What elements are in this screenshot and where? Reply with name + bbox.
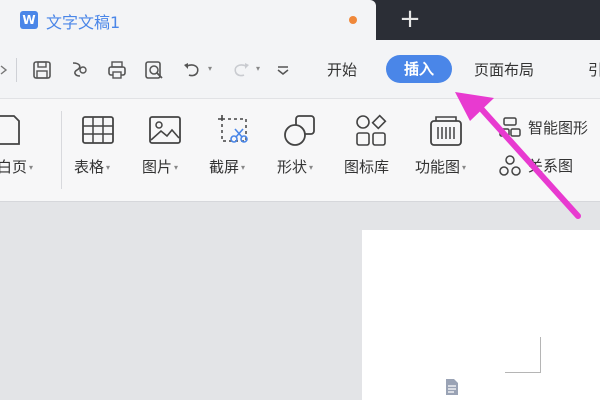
blank-page-button[interactable]: 白页 ▾ <box>0 99 60 203</box>
document-workspace[interactable] <box>0 203 600 400</box>
export-icon[interactable] <box>68 59 90 81</box>
function-chart-button[interactable]: 功能图 ▾ <box>414 99 488 203</box>
margin-corner-mark-horizontal <box>505 372 541 373</box>
undo-dropdown-icon[interactable]: ▾ <box>208 64 216 73</box>
redo-icon[interactable] <box>230 59 252 81</box>
customize-icon[interactable] <box>272 59 294 81</box>
shapes-label: 形状 ▾ <box>277 158 314 176</box>
ribbon-divider <box>61 111 62 189</box>
function-chart-icon <box>428 113 464 149</box>
screenshot-caret-icon: ▾ <box>241 162 246 172</box>
tab-page-layout[interactable]: 页面布局 <box>474 56 534 84</box>
menu-bar: ▾ ▾ 开始 插入 页面布局 引 <box>0 40 600 98</box>
picture-label: 图片 ▾ <box>142 158 179 176</box>
blank-page-icon <box>0 113 22 147</box>
document-title: 文字文稿1 <box>46 13 121 32</box>
smart-graphic-icon <box>498 116 522 144</box>
screenshot-icon <box>216 113 250 147</box>
table-button[interactable]: 表格 ▾ <box>70 99 128 203</box>
title-bar: W 文字文稿1 + <box>0 0 600 40</box>
picture-caret-icon: ▾ <box>174 162 179 172</box>
redo-dropdown-icon[interactable]: ▾ <box>256 64 264 73</box>
blank-page-caret-icon: ▾ <box>29 162 34 172</box>
relationship-chart-label: 关系图 <box>528 157 574 175</box>
paragraph-layout-icon[interactable] <box>444 378 460 396</box>
function-chart-label: 功能图 ▾ <box>415 158 467 176</box>
save-icon[interactable] <box>31 59 53 81</box>
icon-library-icon <box>353 113 389 149</box>
tab-references[interactable]: 引 <box>588 56 600 84</box>
relationship-chart-button[interactable]: 关系图 <box>496 151 600 181</box>
icon-library-label: 图标库 <box>344 158 390 176</box>
menu-caret-icon[interactable] <box>0 64 8 78</box>
writer-doc-icon-letter: W <box>22 13 36 27</box>
table-label: 表格 ▾ <box>74 158 111 176</box>
document-page[interactable] <box>362 230 600 400</box>
insert-ribbon: 白页 ▾ 表格 ▾ 图片 ▾ 截屏 ▾ 形状 ▾ 图标库 功能图 ▾ 智能图形 … <box>0 98 600 202</box>
shapes-icon <box>282 113 318 149</box>
print-icon[interactable] <box>106 59 128 81</box>
unsaved-indicator-icon[interactable] <box>349 16 357 24</box>
icon-library-button[interactable]: 图标库 <box>343 99 401 203</box>
table-caret-icon: ▾ <box>106 162 111 172</box>
shapes-button[interactable]: 形状 ▾ <box>272 99 332 203</box>
document-tab[interactable]: W 文字文稿1 <box>0 0 376 40</box>
smart-graphic-button[interactable]: 智能图形 <box>496 113 600 143</box>
picture-icon <box>148 113 182 147</box>
table-icon <box>81 113 115 147</box>
margin-corner-mark <box>540 337 541 373</box>
print-preview-icon[interactable] <box>143 59 165 81</box>
new-tab-button[interactable]: + <box>394 4 426 36</box>
menu-divider <box>16 58 17 82</box>
tab-home[interactable]: 开始 <box>327 56 357 84</box>
relationship-chart-icon <box>498 154 522 182</box>
tab-insert[interactable]: 插入 <box>386 55 452 83</box>
shapes-caret-icon: ▾ <box>309 162 314 172</box>
screenshot-label: 截屏 ▾ <box>209 158 246 176</box>
writer-doc-icon: W <box>20 11 38 29</box>
undo-icon[interactable] <box>181 59 203 81</box>
function-chart-caret-icon: ▾ <box>462 162 467 172</box>
picture-button[interactable]: 图片 ▾ <box>137 99 195 203</box>
smart-graphic-label: 智能图形 <box>528 119 589 137</box>
screenshot-button[interactable]: 截屏 ▾ <box>204 99 262 203</box>
blank-page-label: 白页 ▾ <box>0 158 34 176</box>
